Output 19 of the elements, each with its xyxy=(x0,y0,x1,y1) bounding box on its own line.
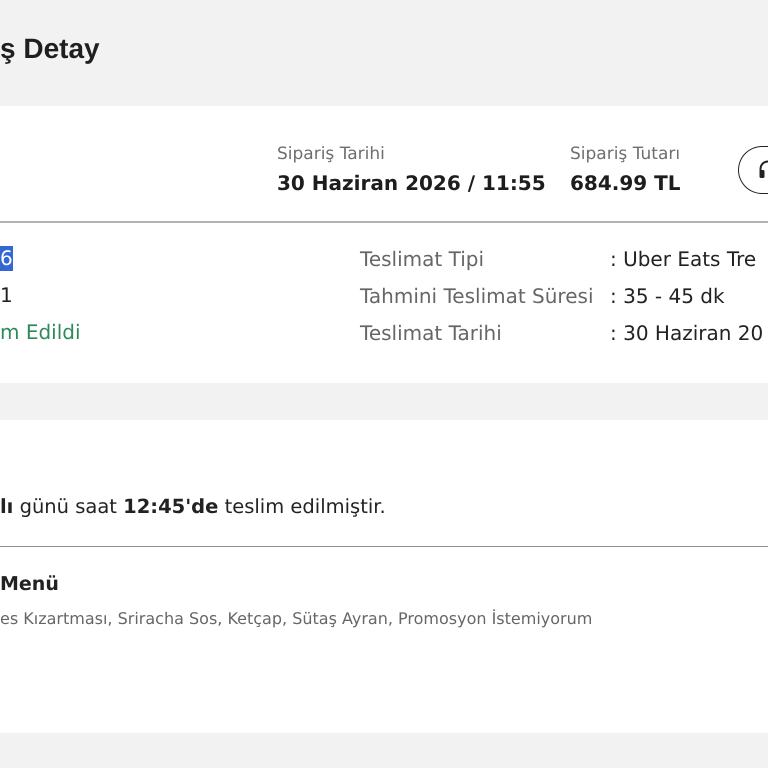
summary-label: Sipariş Tutarı xyxy=(570,144,682,164)
delivery-message: lı günü saat 12:45'de teslim edilmiştir. xyxy=(0,494,387,520)
status-text: m Edildi xyxy=(0,320,81,345)
summary-label: Sipariş Tarihi xyxy=(277,144,386,164)
delivery-value: : Uber Eats Tre xyxy=(610,246,758,270)
support-button[interactable] xyxy=(738,146,768,194)
delivery-value: : 30 Haziran 20 xyxy=(610,320,764,344)
menu-item-options: es Kızartması, Sriracha Sos, Ketçap, Sütaş Ayran, Promosyon İstemiyorum xyxy=(0,609,768,629)
info-value: 1 xyxy=(0,283,13,308)
page-title: ş Detay xyxy=(0,35,100,63)
delivery-label: Teslimat Tipi xyxy=(360,246,486,270)
headset-icon xyxy=(759,160,768,180)
delivery-value: : 35 - 45 dk xyxy=(610,284,726,308)
delivery-label: Teslimat Tarihi xyxy=(360,320,503,344)
summary-value: 30 Haziran 2026 / 11:55 xyxy=(277,171,547,195)
menu-item-name: Menü xyxy=(0,572,60,596)
summary-value: 684.99 TL xyxy=(570,171,682,195)
info-value: 6 xyxy=(0,246,13,271)
delivery-label: Tahmini Teslimat Süresi xyxy=(360,284,594,308)
